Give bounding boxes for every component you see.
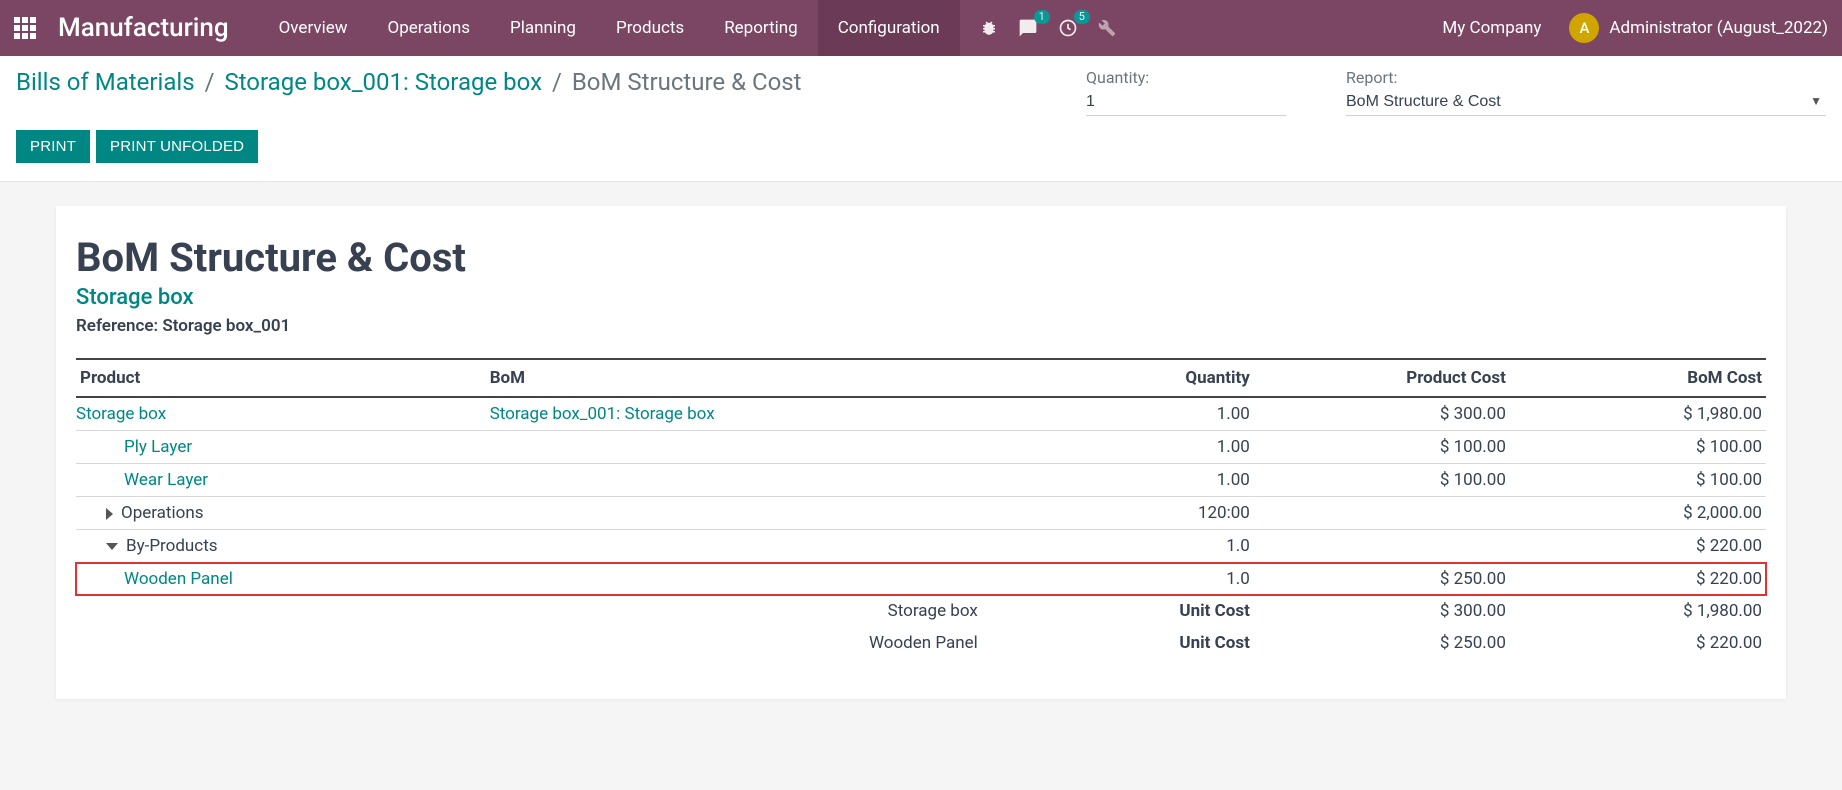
footer-pcost: $ 250.00 xyxy=(1254,627,1510,659)
report-label: Report: xyxy=(1346,68,1826,87)
footer-unit: Unit Cost xyxy=(998,595,1254,627)
product-link[interactable]: Wooden Panel xyxy=(124,569,233,589)
footer-bcost: $ 220.00 xyxy=(1510,627,1766,659)
report-sheet: BoM Structure & Cost Storage box Referen… xyxy=(56,206,1786,699)
th-qty: Quantity xyxy=(998,359,1254,397)
th-product: Product xyxy=(76,359,486,397)
nav-overview[interactable]: Overview xyxy=(259,0,368,56)
bom-link[interactable]: Storage box_001: Storage box xyxy=(490,404,715,424)
cell-product-cost xyxy=(1254,497,1510,530)
breadcrumb-root[interactable]: Bills of Materials xyxy=(16,68,195,96)
cell-qty: 1.00 xyxy=(998,431,1254,464)
activities-badge: 5 xyxy=(1074,10,1090,24)
cell-qty: 120:00 xyxy=(998,497,1254,530)
cell-product-cost: $ 250.00 xyxy=(1254,563,1510,596)
table-footer-row: Wooden PanelUnit Cost$ 250.00$ 220.00 xyxy=(76,627,1766,659)
table-row: By-Products 1.0 $ 220.00 xyxy=(76,530,1766,563)
nav-operations[interactable]: Operations xyxy=(368,0,491,56)
print-button[interactable]: PRINT xyxy=(16,130,90,163)
row-label[interactable]: By-Products xyxy=(126,536,218,556)
main-menu: OverviewOperationsPlanningProductsReport… xyxy=(259,0,960,56)
caret-down-icon[interactable] xyxy=(106,543,118,550)
cell-qty: 1.0 xyxy=(998,563,1254,596)
print-unfolded-button[interactable]: PRINT UNFOLDED xyxy=(96,130,258,163)
cell-bom-cost: $ 220.00 xyxy=(1510,530,1766,563)
messages-badge: 1 xyxy=(1034,10,1050,24)
top-nav: Manufacturing OverviewOperationsPlanning… xyxy=(0,0,1842,56)
footer-pcost: $ 300.00 xyxy=(1254,595,1510,627)
table-row: Ply Layer1.00$ 100.00$ 100.00 xyxy=(76,431,1766,464)
cell-bom-cost: $ 100.00 xyxy=(1510,464,1766,497)
breadcrumb-current: BoM Structure & Cost xyxy=(572,68,802,96)
footer-unit: Unit Cost xyxy=(998,627,1254,659)
user-name: Administrator (August_2022) xyxy=(1609,18,1828,38)
report-subtitle: Storage box xyxy=(76,285,1766,310)
th-bom: BoM xyxy=(486,359,998,397)
cell-qty: 1.00 xyxy=(998,464,1254,497)
cell-qty: 1.0 xyxy=(998,530,1254,563)
table-footer-row: Storage boxUnit Cost$ 300.00$ 1,980.00 xyxy=(76,595,1766,627)
bug-icon[interactable] xyxy=(980,19,998,37)
report-select[interactable] xyxy=(1346,91,1826,116)
table-row: Storage box Storage box_001: Storage box 1… xyxy=(76,397,1766,431)
th-bcost: BoM Cost xyxy=(1510,359,1766,397)
nav-reporting[interactable]: Reporting xyxy=(704,0,818,56)
cell-bom-cost: $ 2,000.00 xyxy=(1510,497,1766,530)
company-selector[interactable]: My Company xyxy=(1442,18,1541,38)
nav-planning[interactable]: Planning xyxy=(490,0,596,56)
bom-table: Product BoM Quantity Product Cost BoM Co… xyxy=(76,358,1766,659)
module-name[interactable]: Manufacturing xyxy=(58,13,229,43)
cell-product-cost: $ 100.00 xyxy=(1254,464,1510,497)
avatar: A xyxy=(1569,13,1599,43)
activities-icon[interactable]: 5 xyxy=(1058,18,1078,38)
breadcrumb-parent[interactable]: Storage box_001: Storage box xyxy=(224,68,542,96)
cell-qty: 1.00 xyxy=(998,397,1254,431)
quantity-label: Quantity: xyxy=(1086,68,1286,87)
product-link[interactable]: Ply Layer xyxy=(124,437,192,457)
cell-bom-cost: $ 100.00 xyxy=(1510,431,1766,464)
tools-icon[interactable] xyxy=(1098,19,1116,37)
nav-configuration[interactable]: Configuration xyxy=(818,0,960,56)
th-pcost: Product Cost xyxy=(1254,359,1510,397)
product-link[interactable]: Storage box xyxy=(76,404,166,424)
quantity-input[interactable] xyxy=(1086,91,1286,116)
cell-bom-cost: $ 220.00 xyxy=(1510,563,1766,596)
footer-bcost: $ 1,980.00 xyxy=(1510,595,1766,627)
caret-right-icon[interactable] xyxy=(106,508,113,520)
messages-icon[interactable]: 1 xyxy=(1018,18,1038,38)
cell-product-cost xyxy=(1254,530,1510,563)
table-row: Wear Layer1.00$ 100.00$ 100.00 xyxy=(76,464,1766,497)
cell-bom-cost: $ 1,980.00 xyxy=(1510,397,1766,431)
report-title: BoM Structure & Cost xyxy=(76,234,1766,281)
table-row: Operations 120:00 $ 2,000.00 xyxy=(76,497,1766,530)
footer-label: Wooden Panel xyxy=(486,627,998,659)
cell-product-cost: $ 100.00 xyxy=(1254,431,1510,464)
breadcrumb: Bills of Materials / Storage box_001: St… xyxy=(16,68,1086,96)
user-menu[interactable]: A Administrator (August_2022) xyxy=(1569,13,1828,43)
report-reference: Reference: Storage box_001 xyxy=(76,316,1766,336)
footer-label: Storage box xyxy=(486,595,998,627)
cell-product-cost: $ 300.00 xyxy=(1254,397,1510,431)
table-row: Wooden Panel 1.0$ 250.00$ 220.00 xyxy=(76,563,1766,596)
product-link[interactable]: Wear Layer xyxy=(124,470,208,490)
nav-products[interactable]: Products xyxy=(596,0,704,56)
control-bar: Bills of Materials / Storage box_001: St… xyxy=(0,56,1842,182)
apps-icon[interactable] xyxy=(14,17,36,39)
row-label[interactable]: Operations xyxy=(121,503,204,523)
